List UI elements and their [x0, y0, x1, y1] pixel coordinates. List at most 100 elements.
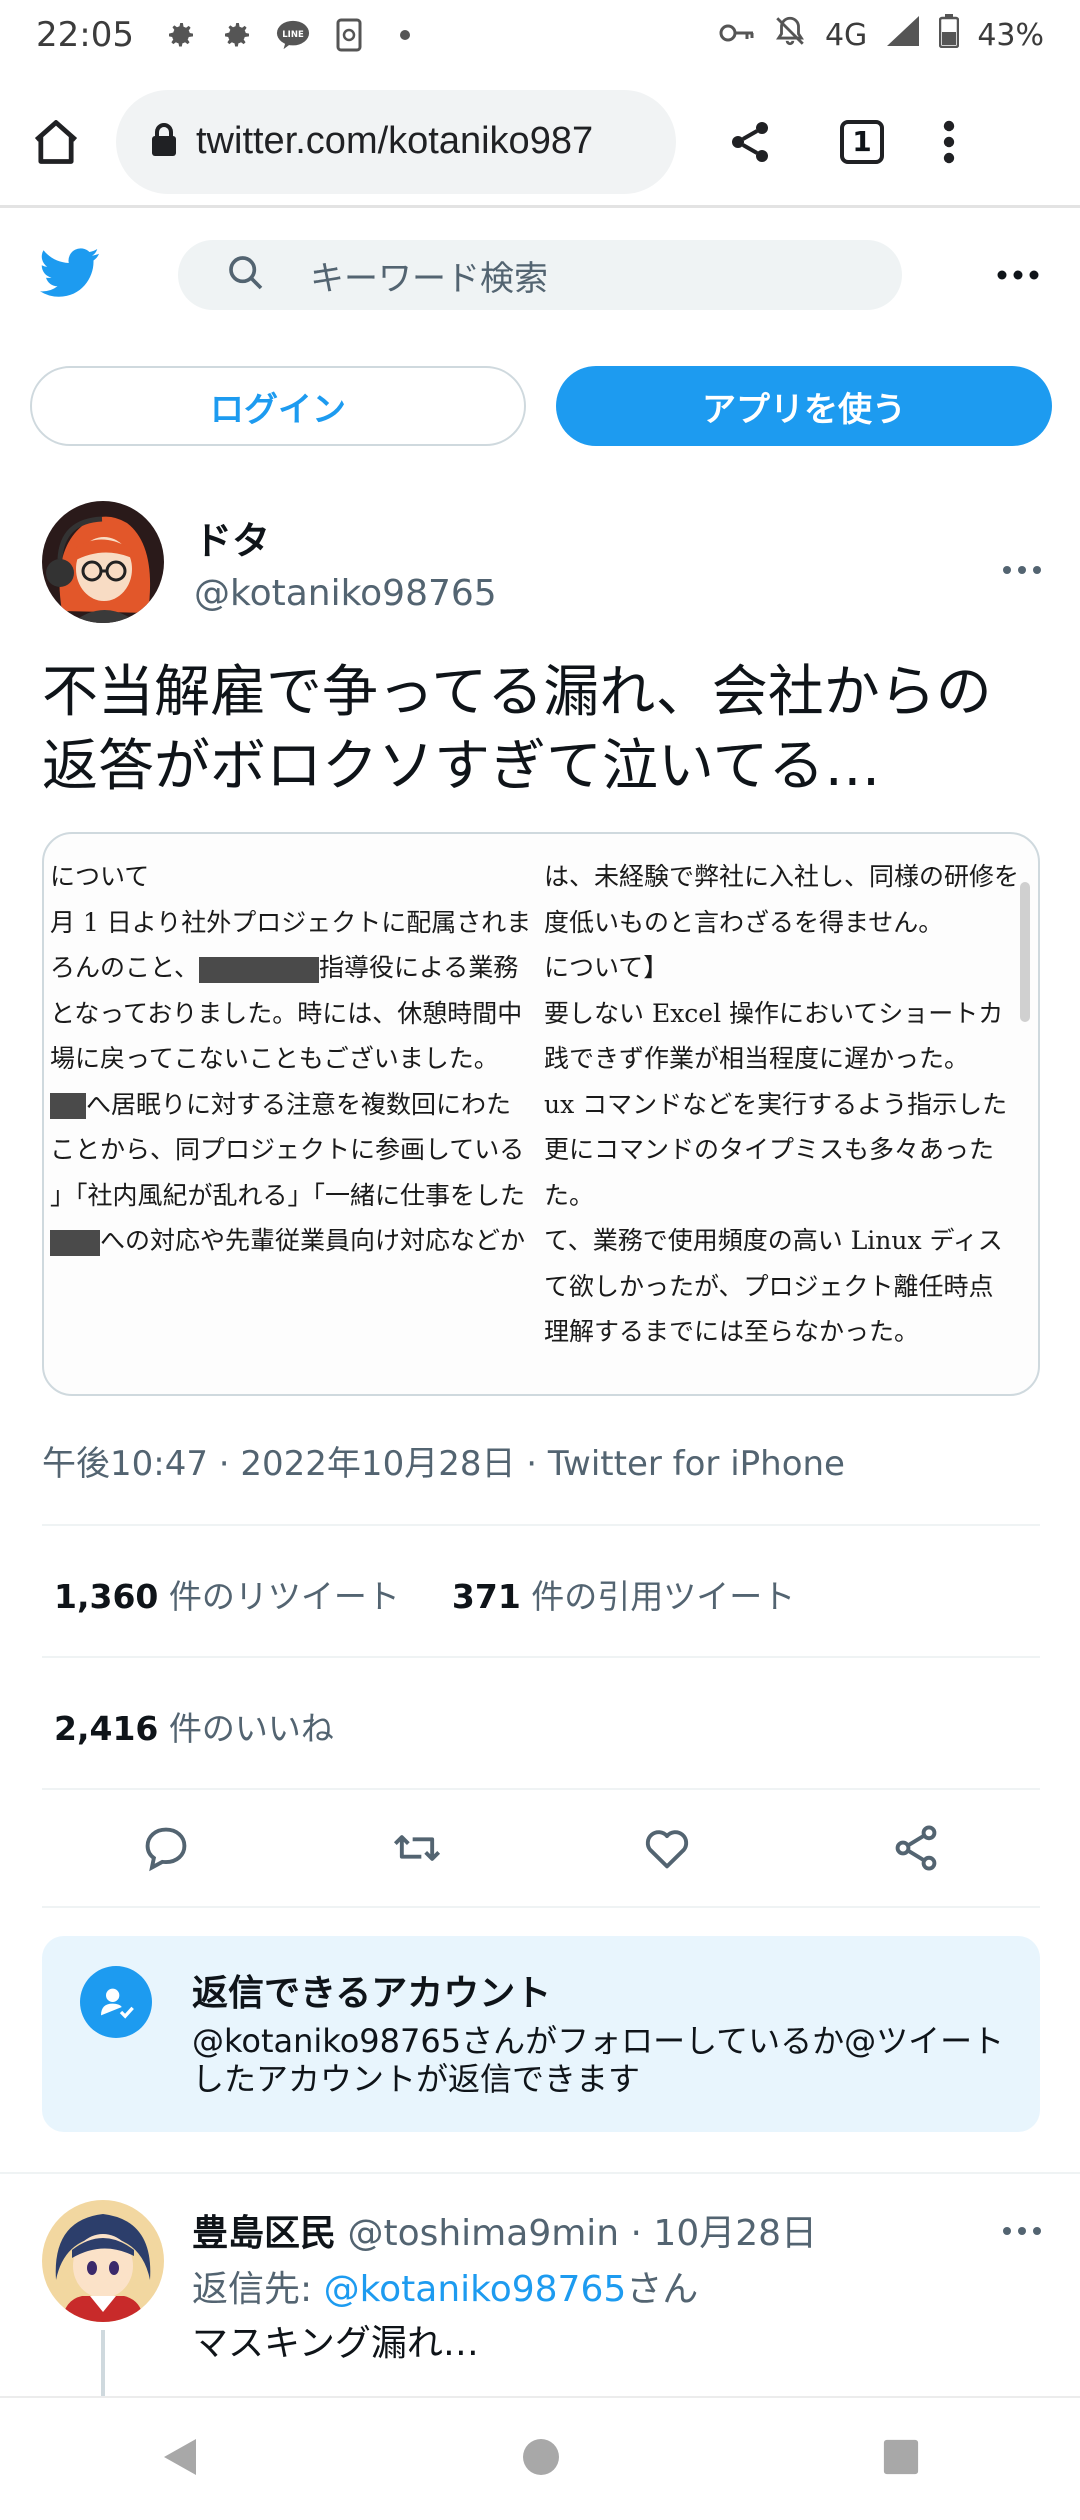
divider — [42, 1656, 1040, 1658]
notification-icons: LINE — [164, 18, 422, 52]
author-names: ドタ @kotaniko98765 — [194, 510, 497, 614]
document-right-column: は、未経験で弊社に入社し、同様の研修を 度低いものと言わざるを得ません。 につい… — [544, 854, 1038, 1355]
retweet-stat[interactable]: 1,360 件のリツイート — [54, 1570, 400, 1618]
network-type: 4G — [824, 17, 868, 53]
tab-switcher-button[interactable]: 1 — [840, 119, 884, 164]
retweet-label: 件のリツイート — [168, 1577, 400, 1616]
reply-settings-title: 返信できるアカウント — [192, 1973, 552, 2014]
svg-text:LINE: LINE — [282, 30, 304, 40]
browser-menu-icon[interactable] — [942, 118, 956, 166]
divider — [42, 1906, 1040, 1908]
url-text: twitter.com/kotaniko987 — [196, 120, 594, 162]
redaction-block — [50, 1229, 100, 1256]
use-app-button[interactable]: アプリを使う — [556, 366, 1052, 446]
back-icon[interactable] — [160, 2435, 200, 2483]
search-icon — [226, 253, 266, 297]
doc-line: について】 — [544, 953, 669, 982]
status-time: 22:05 — [36, 15, 134, 55]
redaction-block — [50, 1093, 86, 1119]
mute-bell-icon — [773, 14, 807, 56]
media-scrollbar — [1020, 882, 1030, 1022]
like-stats: 2,416 件のいいね — [54, 1702, 334, 1750]
reply-settings-notice: 返信できるアカウント @kotaniko98765さんがフォローしているか@ツイ… — [42, 1936, 1040, 2132]
author-handle[interactable]: @kotaniko98765 — [194, 573, 497, 614]
doc-line: へ居眠りに対する注意を複数回にわた — [50, 1082, 550, 1128]
like-heart-icon[interactable] — [641, 1822, 693, 1878]
reply-icon[interactable] — [140, 1822, 192, 1878]
settings-gear-icon — [164, 18, 198, 52]
document-left-column: について 月 1 日より社外プロジェクトに配属されま ろんのこと、 指導役による業… — [50, 854, 550, 1264]
status-bar: 22:05 LINE 4G 43% — [0, 0, 1080, 70]
doc-line: 場に戻ってこないこともございました。 — [50, 1044, 499, 1073]
doc-line: 月 1 日より社外プロジェクトに配属されま — [50, 907, 532, 937]
battery-percent: 43% — [977, 17, 1044, 53]
doc-line: ろんのこと、 指導役による業務 — [50, 945, 550, 991]
doc-line-part: 指導役による業務 — [319, 953, 519, 982]
signal-icon — [885, 14, 921, 56]
tweet-text: 不当解雇で争ってる漏れ、会社からの 返答がボロクソすぎて泣いてる… — [42, 656, 1042, 804]
tweet-author: ドタ @kotaniko98765 — [42, 500, 1042, 624]
doc-line: 更にコマンドのタイプミスも多々あった — [544, 1135, 995, 1164]
doc-line: た。 — [544, 1180, 595, 1210]
tweet-more-icon[interactable] — [1002, 539, 1042, 585]
doc-line: 要しない Excel 操作においてショートカ — [544, 998, 1004, 1028]
doc-line-part: への対応や先輩従業員向け対応などか — [100, 1226, 526, 1255]
reply-more-icon[interactable] — [1002, 2200, 1042, 2246]
quote-count: 371 — [451, 1577, 521, 1616]
tweet-text-line-1: 不当解雇で争ってる漏れ、会社からの — [42, 660, 992, 725]
line-app-icon: LINE — [276, 18, 310, 52]
doc-line: について — [50, 862, 150, 891]
system-indicators: 4G 43% — [719, 14, 1044, 56]
doc-line: て欲しかったが、プロジェクト離任時点 — [544, 1271, 994, 1301]
doc-line: ことから、同プロジェクトに参画している — [50, 1135, 525, 1164]
login-button[interactable]: ログイン — [30, 366, 526, 446]
doc-line: となっておりました。時には、休憩時間中 — [50, 998, 523, 1028]
divider — [42, 1524, 1040, 1526]
author-name[interactable]: ドタ — [194, 510, 497, 565]
reply-handle-date[interactable]: @toshima9min · 10月28日 — [347, 2213, 817, 2254]
reply-settings-description: @kotaniko98765さんがフォローしているか@ツイートしたアカウントが返… — [192, 2022, 1005, 2098]
share-tweet-icon[interactable] — [890, 1822, 942, 1878]
reply-author-name[interactable]: 豊島区民 — [192, 2213, 336, 2254]
retweet-quote-stats: 1,360 件のリツイート 371 件の引用ツイート — [54, 1570, 795, 1618]
quote-label: 件の引用ツイート — [531, 1577, 796, 1616]
tweet-text-line-2: 返答がボロクソすぎて泣いてる… — [42, 734, 881, 799]
share-icon[interactable] — [726, 118, 774, 166]
replying-to-handle-link[interactable]: @kotaniko98765 — [324, 2269, 627, 2310]
author-avatar[interactable] — [42, 501, 164, 623]
recents-square-icon[interactable] — [882, 2438, 920, 2480]
doc-line: 」「社内風紀が乱れる」「一緒に仕事をした — [50, 1180, 526, 1210]
twitter-bird-logo-icon[interactable] — [40, 248, 100, 302]
tweet-timestamp[interactable]: 午後10:47 · 2022年10月28日 · Twitter for iPho… — [42, 1436, 845, 1485]
replying-to-prefix: 返信先: — [192, 2269, 324, 2310]
app-notification-icon — [332, 18, 366, 52]
home-circle-icon[interactable] — [521, 2437, 561, 2481]
like-count: 2,416 — [54, 1709, 159, 1748]
twitter-header: キーワード検索 — [0, 230, 1080, 320]
like-label: 件のいいね — [168, 1709, 334, 1748]
doc-line: 理解するまでには至らなかった。 — [544, 1317, 920, 1346]
reply-text: マスキング漏れ… — [192, 2323, 479, 2364]
doc-line-part: へ居眠りに対する注意を複数回にわた — [86, 1089, 512, 1119]
home-icon[interactable] — [30, 116, 82, 168]
reply-tweet[interactable]: 豊島区民 @toshima9min · 10月28日 返信先: @kotanik… — [42, 2200, 1042, 2410]
dot-indicator-icon — [388, 18, 422, 52]
quote-stat[interactable]: 371 件の引用ツイート — [452, 1570, 795, 1618]
doc-line: ux コマンドなどを実行するよう指示した — [544, 1089, 1008, 1119]
reply-author-avatar[interactable] — [42, 2200, 164, 2322]
browser-toolbar: twitter.com/kotaniko987 1 — [0, 78, 1080, 208]
retweet-icon[interactable] — [389, 1822, 445, 1878]
search-placeholder: キーワード検索 — [310, 258, 548, 299]
like-stat[interactable]: 2,416 件のいいね — [54, 1702, 334, 1750]
tab-count: 1 — [840, 119, 884, 164]
header-more-icon[interactable] — [996, 266, 1040, 285]
search-input[interactable]: キーワード検索 — [178, 240, 902, 310]
lock-icon — [150, 122, 178, 162]
tweet-media-image[interactable]: について 月 1 日より社外プロジェクトに配属されま ろんのこと、 指導役による業… — [42, 832, 1040, 1396]
address-bar[interactable]: twitter.com/kotaniko987 — [116, 89, 676, 194]
battery-icon — [939, 14, 960, 56]
retweet-count: 1,360 — [54, 1577, 159, 1616]
tweet-actions — [42, 1810, 1040, 1890]
auth-buttons: ログイン アプリを使う — [30, 366, 1052, 446]
doc-line: は、未経験で弊社に入社し、同様の研修を — [544, 862, 1020, 891]
